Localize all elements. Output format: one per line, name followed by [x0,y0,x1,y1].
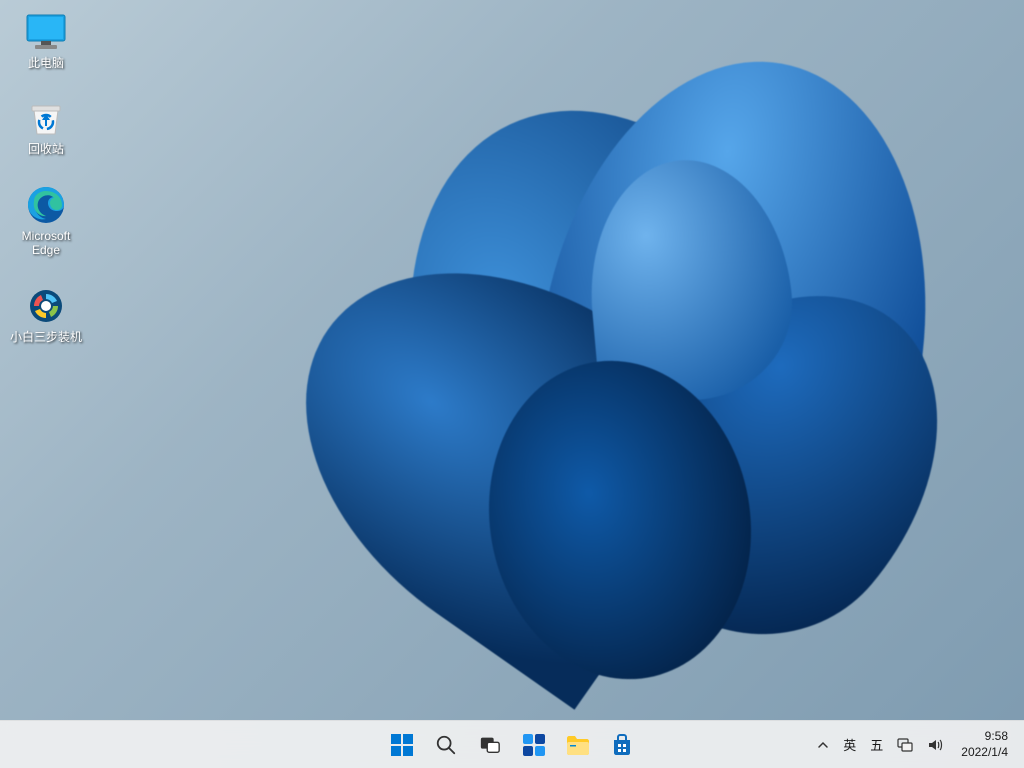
task-view-icon [479,734,501,756]
widgets-icon [522,733,546,757]
network-icon [897,737,913,753]
ime-language-button[interactable]: 英 [837,725,862,765]
monitor-icon [24,12,68,52]
ime-mode-button[interactable]: 五 [864,725,889,765]
desktop-icon-xiaobai[interactable]: 小白三步装机 [8,282,84,348]
search-button[interactable] [426,725,466,765]
desktop-icon-edge[interactable]: Microsoft Edge [8,181,84,262]
taskbar: 英 五 9:58 2022/1/4 [0,720,1024,768]
desktop-icon-label: 回收站 [28,142,64,156]
folder-icon [566,734,590,756]
edge-icon [24,185,68,225]
chevron-up-icon [817,739,829,751]
xiaobai-icon [24,286,68,326]
desktop-icon-recycle-bin[interactable]: 回收站 [8,94,84,160]
desktop-icon-label: 此电脑 [28,56,64,70]
start-button[interactable] [382,725,422,765]
file-explorer-button[interactable] [558,725,598,765]
tray-overflow-button[interactable] [811,725,835,765]
task-view-button[interactable] [470,725,510,765]
taskbar-pinned-apps [382,725,642,765]
windows-icon [390,733,414,757]
search-icon [435,734,457,756]
volume-button[interactable] [921,725,949,765]
desktop-icons: 此电脑 回收站 Microsoft Edge [8,8,84,348]
store-icon [610,733,634,757]
desktop-icon-label: 小白三步装机 [10,330,82,344]
widgets-button[interactable] [514,725,554,765]
clock-button[interactable]: 9:58 2022/1/4 [951,725,1018,765]
recycle-bin-icon [24,98,68,138]
desktop-icon-this-pc[interactable]: 此电脑 [8,8,84,74]
bloom-graphic [250,20,1024,768]
microsoft-store-button[interactable] [602,725,642,765]
desktop-icon-label: Microsoft Edge [22,229,71,258]
clock-time: 9:58 [985,729,1008,745]
network-button[interactable] [891,725,919,765]
system-tray: 英 五 9:58 2022/1/4 [811,721,1018,768]
desktop[interactable]: 此电脑 回收站 Microsoft Edge [0,0,1024,768]
speaker-icon [927,737,943,753]
wallpaper [0,0,1024,768]
clock-date: 2022/1/4 [961,745,1008,761]
